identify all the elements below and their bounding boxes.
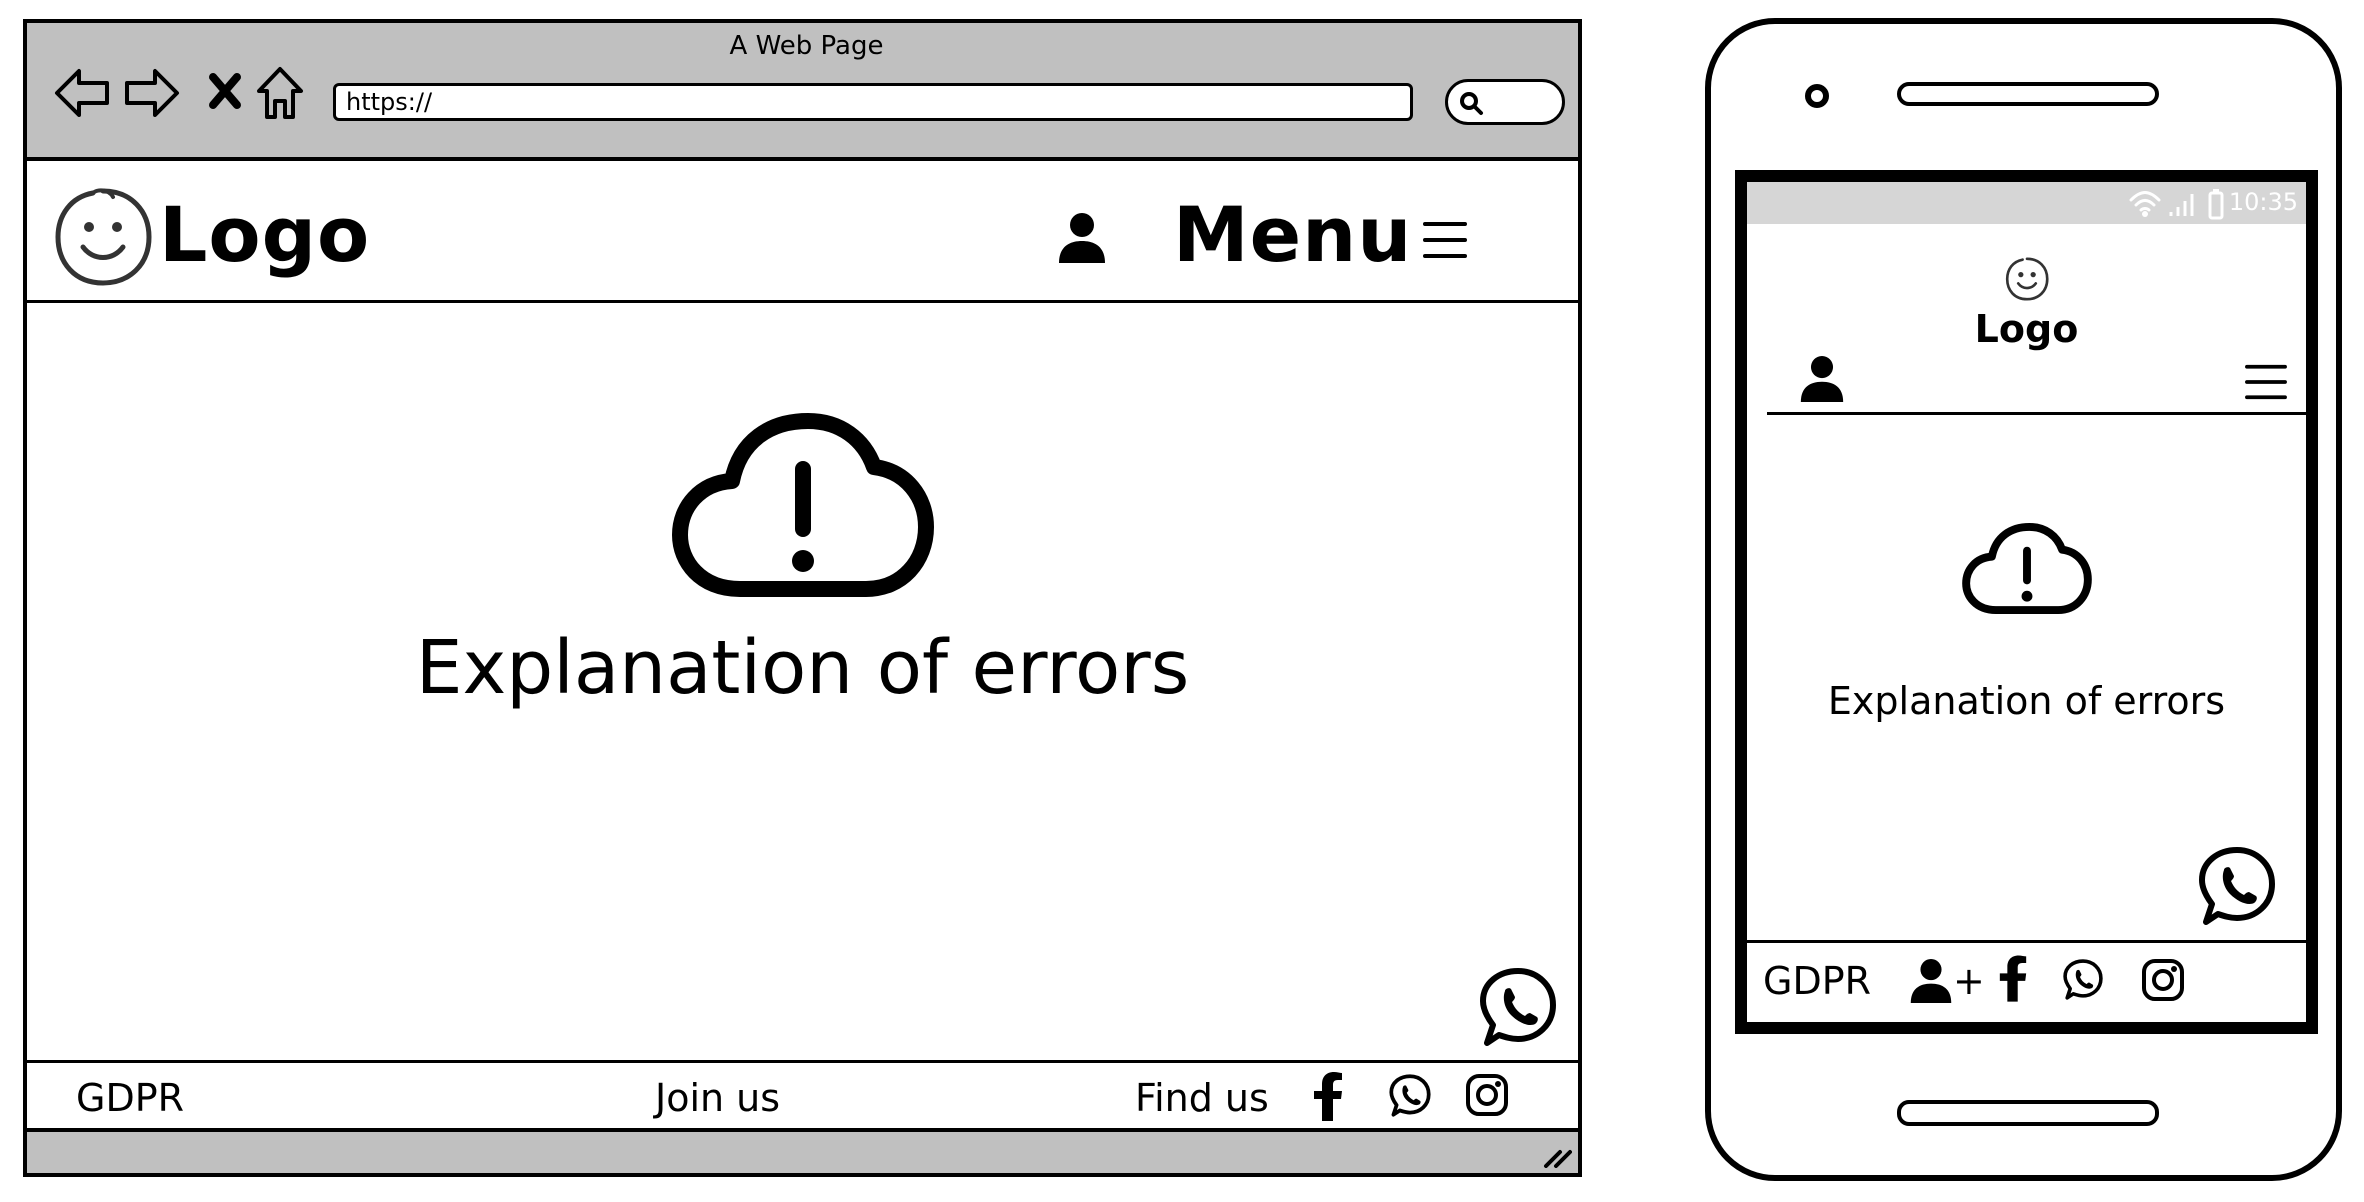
- browser-status-bar: [23, 1128, 1582, 1177]
- wifi-icon: [2127, 188, 2163, 218]
- user-icon[interactable]: [1057, 211, 1107, 265]
- cloud-warning-icon: [1961, 522, 2093, 616]
- error-explanation: Explanation of errors: [1827, 679, 2226, 723]
- footer-divider: [23, 1060, 1582, 1063]
- browser-window: A Web Page https:// Logo Menu Explanatio…: [23, 19, 1582, 1177]
- phone-device: 10:35 Logo Explanation of errors GDPR +: [1705, 18, 2342, 1181]
- status-time: 10:35: [2228, 188, 2298, 216]
- resize-grip-icon[interactable]: [1542, 1142, 1572, 1168]
- logo-smiley-icon[interactable]: [53, 185, 153, 289]
- back-arrow-icon[interactable]: [53, 67, 111, 119]
- phone-screen: 10:35 Logo Explanation of errors GDPR +: [1735, 170, 2318, 1034]
- hamburger-menu-icon[interactable]: [1421, 219, 1469, 261]
- cloud-warning-icon: [670, 411, 936, 601]
- footer-find-us-label: Find us: [1135, 1076, 1269, 1120]
- signal-icon: [2167, 190, 2199, 218]
- whatsapp-icon[interactable]: [1387, 1073, 1433, 1119]
- logo-smiley-icon[interactable]: [2005, 256, 2049, 302]
- whatsapp-chat-button[interactable]: [1475, 965, 1561, 1051]
- add-user-icon[interactable]: [1909, 956, 1953, 1006]
- user-icon[interactable]: [1799, 354, 1845, 404]
- add-user-plus: +: [1953, 959, 1985, 1003]
- whatsapp-chat-button[interactable]: [2194, 844, 2280, 930]
- phone-speaker: [1897, 82, 2159, 106]
- phone-home-bar: [1897, 1100, 2159, 1126]
- error-explanation: Explanation of errors: [415, 625, 1190, 711]
- window-title: A Web Page: [729, 31, 884, 61]
- footer-divider: [1747, 940, 2306, 943]
- browser-toolbar: A Web Page https://: [23, 19, 1582, 161]
- logo-text[interactable]: Logo: [1747, 310, 2306, 348]
- footer-gdpr-link[interactable]: GDPR: [1763, 962, 1871, 1000]
- menu-label[interactable]: Menu: [1173, 197, 1412, 273]
- battery-icon: [2207, 188, 2225, 220]
- url-input[interactable]: https://: [333, 83, 1413, 121]
- instagram-icon[interactable]: [2141, 958, 2185, 1002]
- front-camera-icon: [1803, 82, 1831, 110]
- phone-status-bar: 10:35: [1747, 182, 2306, 224]
- header-divider: [1767, 412, 2306, 415]
- footer-join-us-link[interactable]: Join us: [655, 1079, 780, 1117]
- instagram-icon[interactable]: [1465, 1073, 1509, 1117]
- hamburger-menu-icon[interactable]: [2243, 362, 2289, 402]
- logo-text[interactable]: Logo: [159, 197, 370, 273]
- facebook-icon[interactable]: [1997, 954, 2029, 1004]
- whatsapp-icon[interactable]: [2061, 958, 2105, 1002]
- search-icon: [1458, 90, 1484, 116]
- search-box[interactable]: [1445, 79, 1565, 125]
- footer-gdpr-link[interactable]: GDPR: [76, 1079, 184, 1117]
- home-icon[interactable]: [255, 65, 305, 121]
- close-x-icon[interactable]: [207, 71, 243, 111]
- header-divider: [23, 300, 1582, 303]
- facebook-icon[interactable]: [1311, 1071, 1345, 1123]
- forward-arrow-icon[interactable]: [123, 67, 181, 119]
